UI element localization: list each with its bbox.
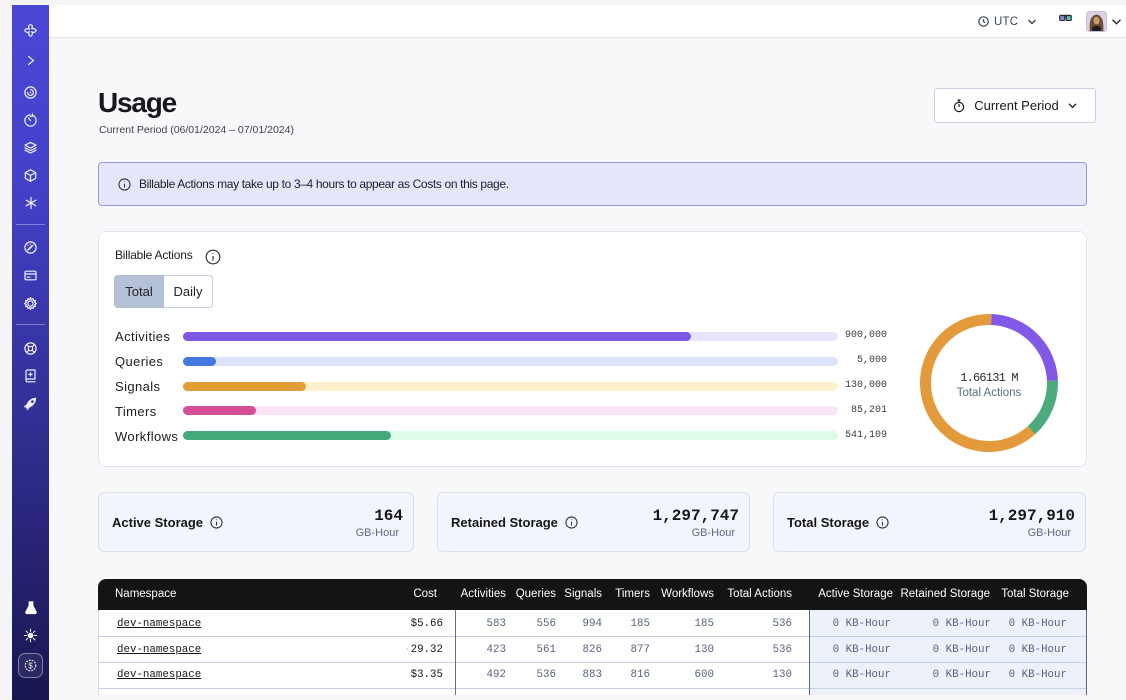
svg-text:$: $ xyxy=(28,661,33,670)
